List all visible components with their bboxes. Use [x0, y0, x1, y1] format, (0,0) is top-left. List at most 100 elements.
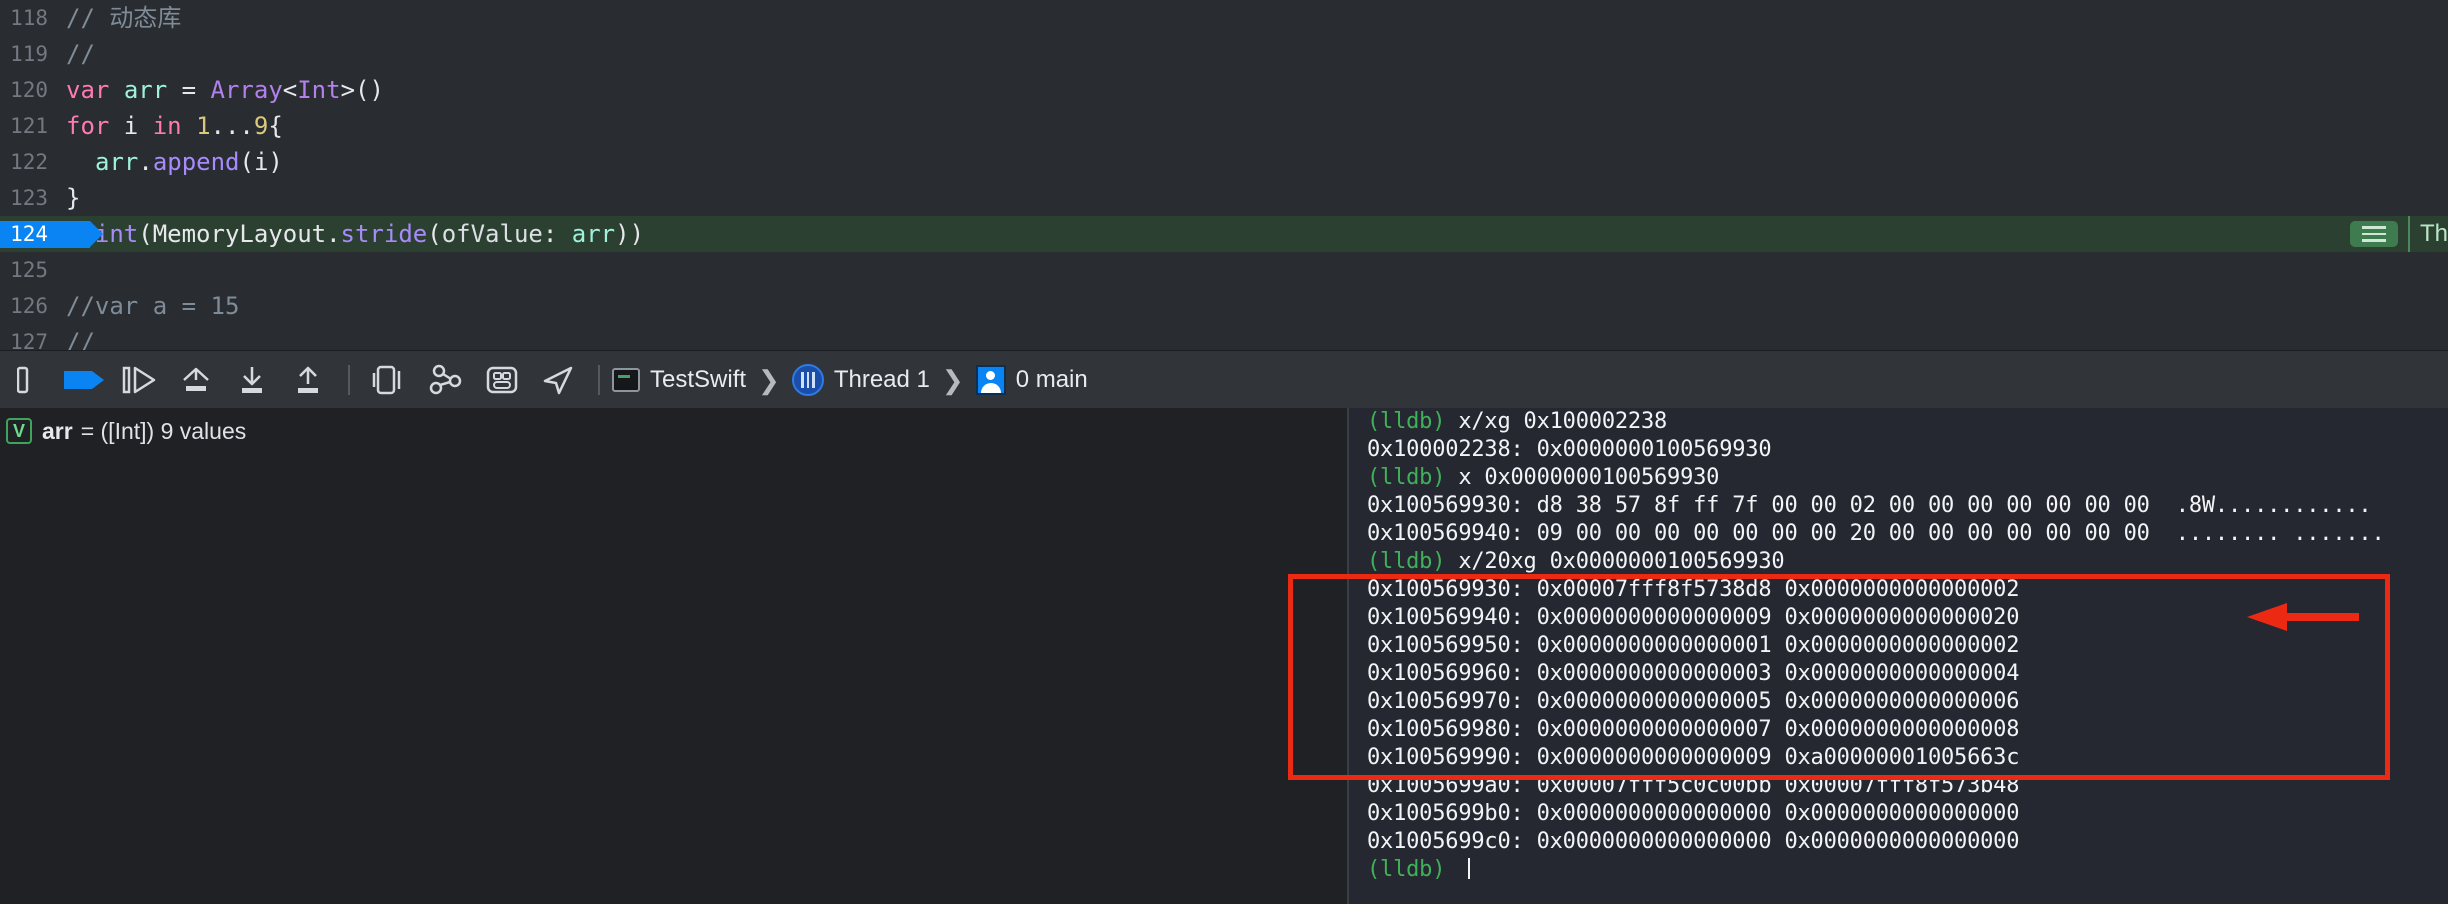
console-line: 0x100569940: 0x0000000000000009 0x000000…: [1349, 604, 2448, 632]
code-line-121[interactable]: 121 for i in 1...9{: [0, 108, 2448, 144]
console-output[interactable]: (lldb) x/xg 0x100002238 0x100002238: 0x00…: [1347, 408, 2448, 904]
line-number-text: 118: [10, 6, 48, 30]
step-into-button[interactable]: [224, 351, 280, 409]
console-line: 0x100569940: 09 00 00 00 00 00 00 00 20 …: [1349, 520, 2448, 548]
code-token: }: [66, 184, 81, 212]
code-line-122[interactable]: 122 arr.append(i): [0, 144, 2448, 180]
stack-frame-icon: [975, 365, 1006, 395]
memory-graph-button[interactable]: [418, 351, 474, 409]
line-number-118[interactable]: 118: [0, 0, 48, 36]
line-number-text: 127: [10, 330, 48, 350]
code-line-content: var arr = Array<Int>(): [66, 72, 384, 108]
line-number-122[interactable]: 122: [0, 144, 48, 180]
breadcrumb-process[interactable]: TestSwift: [650, 366, 746, 394]
view-debugging-button[interactable]: [362, 351, 418, 409]
code-token: i: [109, 112, 153, 140]
lldb-prompt: (lldb): [1367, 857, 1446, 882]
breakpoint-toggle-button[interactable]: [56, 351, 112, 409]
source-editor[interactable]: 118// 动态库 119//120 var arr = Array<Int>() 1…: [0, 0, 2448, 350]
code-line-123[interactable]: 123}: [0, 180, 2448, 216]
panel-toggle-icon: [17, 366, 29, 394]
simulate-location-button[interactable]: [530, 351, 586, 409]
line-number-text: 126: [10, 294, 48, 318]
code-line-119[interactable]: 119 //: [0, 36, 2448, 72]
step-out-icon: [298, 366, 318, 393]
console-text: x/xg 0x100002238: [1445, 409, 1668, 434]
variables-view[interactable]: Varr = ([Int]) 9 values: [0, 408, 1345, 904]
console-text: 0x1005699b0: 0x0000000000000000 0x000000…: [1367, 801, 2020, 826]
code-token: <: [282, 76, 298, 104]
code-line-124[interactable]: 124 print(MemoryLayout.stride(ofValue: ar…: [0, 216, 2448, 252]
execution-thread-label: Th: [2407, 216, 2448, 252]
console-cursor[interactable]: [1468, 858, 1471, 879]
code-token: .: [326, 220, 341, 248]
code-token: //: [66, 40, 95, 68]
code-token: 9: [253, 112, 269, 140]
code-token: )): [615, 220, 645, 248]
hide-debug-area-button[interactable]: [0, 351, 56, 409]
console-line: 0x100002238: 0x0000000100569930: [1349, 436, 2448, 464]
line-number-127[interactable]: 127: [0, 324, 48, 350]
console-line: 0x1005699b0: 0x0000000000000000 0x000000…: [1349, 800, 2448, 828]
breakpoint-marker-124[interactable]: 124: [0, 216, 103, 252]
code-token: arr: [571, 220, 616, 248]
console-text: 0x100569940: 0x0000000000000009 0x000000…: [1367, 605, 2020, 630]
continue-play-icon: [122, 366, 156, 394]
step-over-icon: [183, 367, 209, 391]
console-text: 0x1005699a0: 0x00007fff5c0c00bb 0x00007f…: [1367, 773, 2020, 798]
variable-row[interactable]: Varr = ([Int]) 9 values: [0, 414, 1345, 448]
line-number-text: 125: [10, 258, 48, 282]
code-token: arr: [123, 76, 168, 104]
console-line: 0x100569930: 0x00007fff8f5738d8 0x000000…: [1349, 576, 2448, 604]
step-out-button[interactable]: [280, 351, 336, 409]
console-text: 0x100002238: 0x0000000100569930: [1367, 437, 1772, 462]
code-line-content: print(MemoryLayout.stride(ofValue: arr)): [66, 216, 644, 252]
console-text: 0x100569930: d8 38 57 8f ff 7f 00 00 02 …: [1367, 493, 2372, 518]
code-token: arr: [95, 148, 139, 176]
console-line: (lldb) x 0x0000000100569930: [1349, 464, 2448, 492]
line-number-126[interactable]: 126: [0, 288, 48, 324]
console-text: 0x100569970: 0x0000000000000005 0x000000…: [1367, 689, 2020, 714]
code-token: 1: [196, 112, 211, 140]
line-number-119[interactable]: 119: [0, 36, 48, 72]
code-line-118[interactable]: 118 // 动态库: [0, 0, 2448, 36]
line-number-123[interactable]: 123: [0, 180, 48, 216]
code-line-126[interactable]: 126 //var a = 15: [0, 288, 2448, 324]
line-number-121[interactable]: 121: [0, 108, 48, 144]
code-token: ofValue: [441, 220, 543, 248]
xcode-debug-window: 118// 动态库 119//120 var arr = Array<Int>() 1…: [0, 0, 2448, 904]
process-terminal-icon: [612, 368, 640, 392]
console-line: (lldb): [1349, 856, 2448, 884]
code-line-127[interactable]: 127 //: [0, 324, 2448, 350]
thread-icon: [791, 364, 824, 396]
console-text: x 0x0000000100569930: [1445, 465, 1720, 490]
console-line: 0x100569960: 0x0000000000000003 0x000000…: [1349, 660, 2448, 688]
console-line: 0x1005699a0: 0x00007fff5c0c00bb 0x00007f…: [1349, 772, 2448, 800]
code-token: for: [66, 112, 110, 140]
variable-kind-badge: V: [6, 418, 32, 444]
code-line-125[interactable]: 125: [0, 252, 2448, 288]
hamburger-menu-icon[interactable]: [2349, 221, 2398, 247]
breadcrumb-thread[interactable]: Thread 1: [834, 366, 930, 394]
code-token: .: [138, 148, 153, 176]
code-token: (: [138, 220, 153, 248]
execution-marker-group: Th: [2349, 216, 2448, 252]
line-number-125[interactable]: 125: [0, 252, 48, 288]
code-token: var: [66, 76, 110, 104]
code-token: >(): [340, 76, 384, 104]
step-into-icon: [242, 367, 262, 393]
line-number-text: 119: [10, 42, 48, 66]
code-line-120[interactable]: 120 var arr = Array<Int>(): [0, 72, 2448, 108]
breakpoint-flag-icon: [64, 371, 104, 389]
line-number-120[interactable]: 120: [0, 72, 48, 108]
debug-toolbar: TestSwift ❯ Thread 1 ❯ 0 main: [0, 350, 2448, 410]
console-text: 0x100569960: 0x0000000000000003 0x000000…: [1367, 661, 2020, 686]
step-over-button[interactable]: [168, 351, 224, 409]
lldb-prompt: (lldb): [1367, 465, 1446, 490]
continue-button[interactable]: [112, 351, 168, 409]
console-text: 0x100569980: 0x0000000000000007 0x000000…: [1367, 717, 2020, 742]
environment-overrides-button[interactable]: [474, 351, 530, 409]
breadcrumb-frame[interactable]: 0 main: [1016, 366, 1088, 394]
